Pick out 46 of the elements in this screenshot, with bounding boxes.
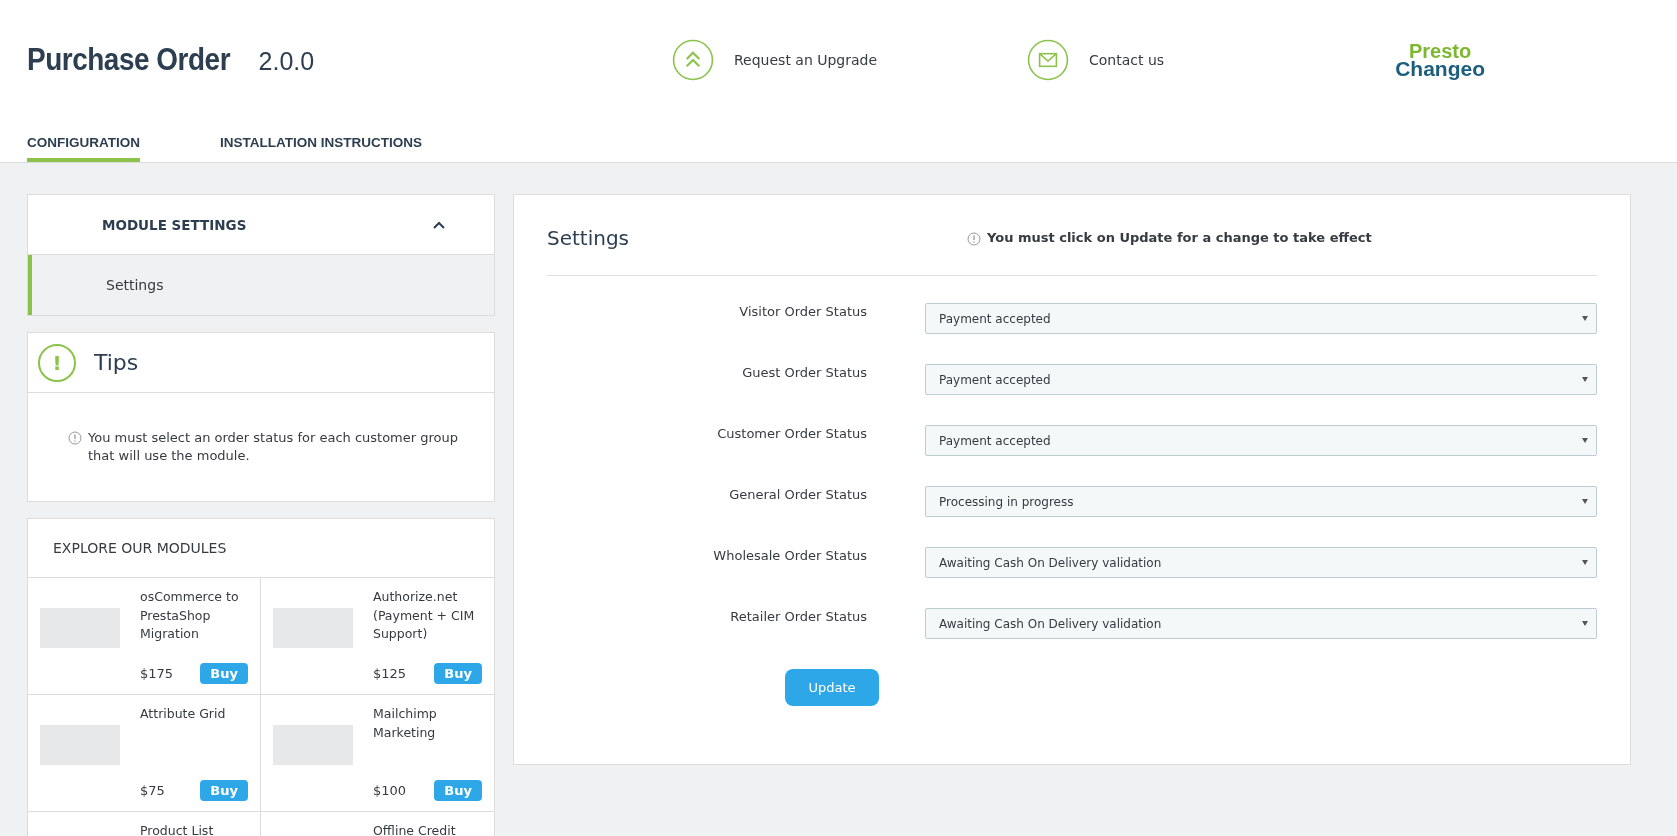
field-label: Visitor Order Status bbox=[738, 304, 867, 319]
status-dropdown[interactable]: Payment accepted bbox=[925, 364, 1597, 395]
module-price: $125 bbox=[373, 666, 407, 682]
info-icon bbox=[68, 431, 82, 445]
field-label: General Order Status bbox=[728, 487, 867, 502]
tips-title: Tips bbox=[94, 350, 139, 375]
module-name[interactable]: Authorize.net (Payment + CIM Support) bbox=[373, 588, 482, 643]
module-price: $175 bbox=[140, 666, 174, 682]
tab[interactable]: INSTALLATION INSTRUCTIONS bbox=[220, 135, 422, 162]
module-name[interactable]: Offline Credit bbox=[373, 822, 482, 836]
module-price: $75 bbox=[140, 783, 165, 799]
status-dropdown[interactable]: Payment accepted bbox=[925, 425, 1597, 456]
explore-title: EXPLORE OUR MODULES bbox=[28, 519, 494, 579]
field-label: Customer Order Status bbox=[716, 426, 867, 441]
field-label: Wholesale Order Status bbox=[712, 548, 867, 563]
caret-icon bbox=[1582, 377, 1588, 382]
caret-icon bbox=[1582, 560, 1588, 565]
tip-text: You must select an order status for each customer group that will use the module. bbox=[88, 429, 459, 466]
caret-icon bbox=[1582, 438, 1588, 443]
sidebar-item[interactable]: Settings bbox=[28, 255, 494, 315]
exclamation-icon: ! bbox=[38, 343, 76, 382]
status-dropdown[interactable]: Awaiting Cash On Delivery validation bbox=[925, 608, 1597, 639]
module-name[interactable]: Mailchimp Marketing bbox=[373, 705, 482, 742]
module-title: Purchase Order bbox=[27, 42, 231, 78]
status-dropdown[interactable]: Payment accepted bbox=[925, 303, 1597, 334]
module-version: 2.0.0 bbox=[258, 47, 315, 76]
status-dropdown[interactable]: Processing in progress bbox=[925, 486, 1597, 517]
mail-icon bbox=[1027, 39, 1069, 81]
caret-icon bbox=[1582, 621, 1588, 626]
module-name[interactable]: Product List bbox=[140, 822, 248, 836]
company-logo: Presto Changeo bbox=[1395, 41, 1485, 79]
info-icon bbox=[967, 232, 981, 246]
module-name[interactable]: Attribute Grid bbox=[140, 705, 248, 724]
chevrons-up-icon bbox=[672, 39, 714, 81]
tab[interactable]: CONFIGURATION bbox=[27, 135, 140, 162]
header-link[interactable]: Contact us bbox=[1027, 39, 1307, 81]
status-dropdown[interactable]: Awaiting Cash On Delivery validation bbox=[925, 547, 1597, 578]
field-label: Retailer Order Status bbox=[729, 609, 867, 624]
settings-title: Settings bbox=[547, 226, 631, 250]
field-label: Guest Order Status bbox=[741, 365, 867, 380]
caret-icon bbox=[1582, 499, 1588, 504]
caret-icon bbox=[1582, 316, 1588, 321]
module-name[interactable]: osCommerce to PrestaShop Migration bbox=[140, 588, 248, 643]
module-price: $100 bbox=[373, 783, 407, 799]
notice-text: You must click on Update for a change to take effect bbox=[987, 230, 1372, 246]
header-link[interactable]: Request an Upgrade bbox=[672, 39, 952, 81]
